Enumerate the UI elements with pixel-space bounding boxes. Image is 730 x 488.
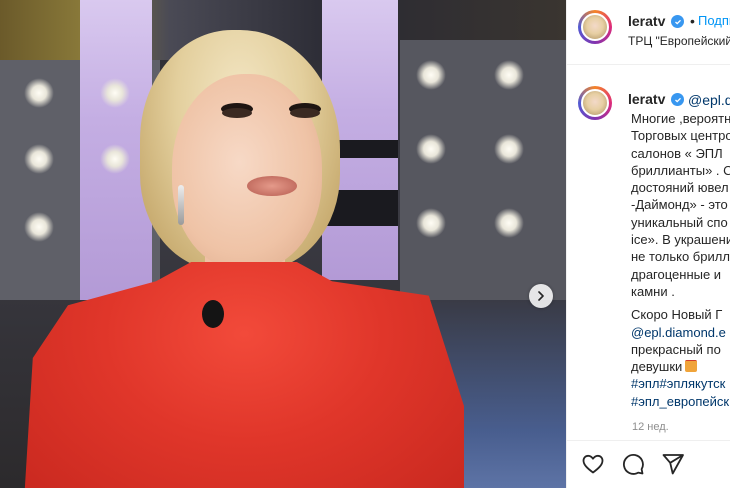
caption-line: -Даймонд» - это [631,197,728,213]
location-link[interactable]: ТРЦ "Европейский" [628,34,730,48]
stage-light [416,134,446,164]
carousel-next-button[interactable] [529,284,553,308]
stage-light [100,78,130,108]
caption-avatar[interactable] [578,86,612,120]
chevron-right-icon [538,291,544,301]
like-button[interactable] [581,452,607,478]
caption-username-link[interactable]: leratv [628,91,665,107]
caption-line: бриллианты» . С [631,162,730,178]
caption-line: драгоценные и [631,266,722,282]
caption-line: Торговых центров [631,128,730,144]
paper-plane-icon [662,454,684,475]
caption-line-text: девушки [631,359,683,375]
stage-light [494,208,524,238]
stage-light [24,212,54,242]
verified-badge-icon [671,93,684,106]
caption-link[interactable]: @epl.diamond.e [631,324,730,341]
stage-light [494,134,524,164]
lapel-microphone [202,300,224,328]
caption-line: камни . [631,283,675,299]
stage-light [494,60,524,90]
caption-line: уникальный спо [631,214,728,230]
post-header: leratv • Подписаться ТРЦ "Европейский" [567,0,730,65]
stage-light [24,144,54,174]
stage-light [416,60,446,90]
stage-light [24,78,54,108]
hashtag-link[interactable]: #эпл#эплякутск [631,375,730,392]
caption-line: Многие ,вероятно [631,111,730,126]
avatar[interactable] [578,10,612,44]
person-eye-left [222,108,252,118]
heart-icon [582,454,604,474]
caption-line-gift: девушки [631,358,730,375]
follow-button[interactable]: Подписаться [698,13,730,28]
post-side-panel: leratv • Подписаться ТРЦ "Европейский" l… [566,0,730,488]
caption-line: достояний ювел [631,180,729,196]
divider [566,440,730,441]
caption-line: Скоро Новый Г [631,307,723,323]
person-eye-right [290,108,320,118]
post-photo[interactable] [0,0,566,488]
username-link[interactable]: leratv [628,13,665,29]
comment-icon [623,454,644,475]
stage-light [416,208,446,238]
caption-line: ice». В украшени [631,232,730,248]
separator-dot: • [690,13,695,29]
caption-mention-link[interactable]: @epl.diamond [688,92,730,108]
verified-badge-icon [671,15,684,28]
post-timestamp[interactable]: 12 нед. [632,421,669,433]
caption-text: Многие ,вероятно Торговых центров салоно… [631,110,730,410]
caption-line: не только брилл [631,249,730,265]
hashtag-link[interactable]: #эпл_европейск [631,393,730,410]
gift-emoji-icon [685,360,698,373]
caption-line: салонов « ЭПЛ [631,145,723,161]
share-button[interactable] [661,452,687,478]
comment-button[interactable] [621,452,647,478]
caption-line: прекрасный по [631,341,721,357]
stage-light [100,144,130,174]
person-face [172,74,322,270]
earring [178,185,184,225]
person-lips [247,176,297,196]
